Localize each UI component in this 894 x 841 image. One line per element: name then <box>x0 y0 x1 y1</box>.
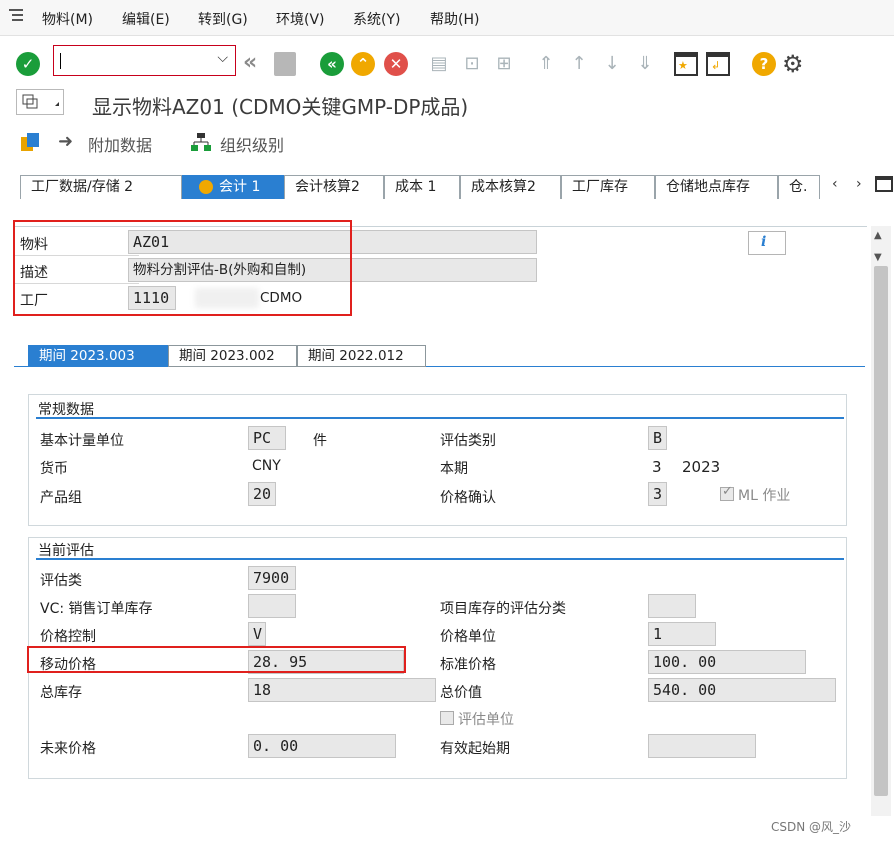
ml-act-checkbox[interactable]: ✓ <box>720 484 734 501</box>
valuated-unit-checkbox[interactable] <box>440 711 454 725</box>
price-determination-label: 价格确认 <box>440 490 496 506</box>
highlight-box-moving-price <box>27 646 406 673</box>
price-unit-field[interactable]: 1 <box>648 622 716 646</box>
accounting-coin-icon <box>199 180 213 194</box>
menu-material[interactable]: 物料(M) <box>42 9 93 29</box>
tab-accounting-1[interactable]: 会计 1 <box>182 175 284 199</box>
scroll-down-icon[interactable]: ▼ <box>874 252 882 263</box>
currency-label: 货币 <box>40 461 68 477</box>
print-icon[interactable]: ▤ <box>427 52 451 76</box>
future-price-label: 未来价格 <box>40 741 96 757</box>
tab-list-icon[interactable] <box>875 176 893 192</box>
info-icon[interactable]: i <box>748 231 786 255</box>
exit-icon[interactable]: ⌃ <box>351 52 375 76</box>
last-page-icon[interactable]: ⇓ <box>633 52 657 76</box>
valuation-class-label: 评估类 <box>40 573 82 589</box>
tab-period-2022-012[interactable]: 期间 2022.012 <box>297 345 426 367</box>
current-period-label: 本期 <box>440 461 468 477</box>
total-stock-label: 总库存 <box>40 685 82 701</box>
find-next-icon[interactable]: ⊞ <box>492 52 516 76</box>
previous-page-icon[interactable]: ↑ <box>567 52 591 76</box>
price-unit-label: 价格单位 <box>440 629 496 645</box>
project-stock-valuation-field[interactable] <box>648 594 696 618</box>
next-page-icon[interactable]: ↓ <box>600 52 624 76</box>
base-uom-label: 基本计量单位 <box>40 433 124 449</box>
vc-sales-order-stock-field[interactable] <box>248 594 296 618</box>
valuated-unit-label: 评估单位 <box>458 712 514 728</box>
price-control-field[interactable]: V <box>248 622 266 646</box>
tab-costing-1[interactable]: 成本 1 <box>384 175 460 199</box>
arrow-right-icon: ➜ <box>58 131 74 152</box>
valid-from-label: 有效起始期 <box>440 741 510 757</box>
first-page-icon[interactable]: ⇑ <box>534 52 558 76</box>
additional-data-button[interactable]: 附加数据 <box>88 132 152 156</box>
vc-sales-order-stock-label: VC: 销售订单库存 <box>40 601 153 617</box>
menu-system[interactable]: 系统(Y) <box>353 9 400 29</box>
valuation-category-label: 评估类别 <box>440 433 496 449</box>
valuation-category-field[interactable]: B <box>648 426 667 450</box>
tab-scroll-right-icon[interactable]: › <box>856 176 862 192</box>
collapse-icon[interactable]: « <box>243 50 257 75</box>
general-data-title: 常规数据 <box>38 402 94 418</box>
enter-icon[interactable]: ✓ <box>16 52 40 76</box>
current-period-value: 3 <box>652 458 662 476</box>
total-stock-field[interactable]: 18 <box>248 678 436 702</box>
standard-price-field[interactable]: 100. 00 <box>648 650 806 674</box>
tab-plant-data-storage-2[interactable]: 工厂数据/存储 2 <box>20 175 182 199</box>
back-icon[interactable]: « <box>320 52 344 76</box>
valid-from-field[interactable] <box>648 734 756 758</box>
menu-goto[interactable]: 转到(G) <box>198 9 248 29</box>
scrollbar-thumb[interactable] <box>874 266 888 796</box>
current-year-value: 2023 <box>682 458 721 476</box>
base-uom-field[interactable]: PC <box>248 426 286 450</box>
tab-period-2023-002[interactable]: 期间 2023.002 <box>168 345 297 367</box>
page-title: 显示物料AZ01 (CDMO关键GMP-DP成品) <box>92 95 469 119</box>
find-icon[interactable]: ⊡ <box>460 52 484 76</box>
division-label: 产品组 <box>40 490 82 506</box>
tab-plant-stock[interactable]: 工厂库存 <box>561 175 655 199</box>
menu-environment[interactable]: 环境(V) <box>276 9 325 29</box>
chevron-down-icon[interactable]: ⌵ <box>217 50 228 66</box>
tab-accounting-2[interactable]: 会计核算2 <box>284 175 384 199</box>
tab-more[interactable]: 仓. <box>778 175 820 199</box>
watermark: CSDN @风_沙 <box>771 820 852 834</box>
division-field[interactable]: 20 <box>248 482 276 506</box>
valuation-class-field[interactable]: 7900 <box>248 566 296 590</box>
current-valuation-title: 当前评估 <box>38 543 94 559</box>
menu-help[interactable]: 帮助(H) <box>430 9 479 29</box>
total-value-label: 总价值 <box>440 685 482 701</box>
system-menu-icon[interactable] <box>8 8 24 22</box>
cancel-icon[interactable]: ✕ <box>384 52 408 76</box>
total-value-field[interactable]: 540. 00 <box>648 678 836 702</box>
currency-value: CNY <box>252 458 281 474</box>
menu-dropdown-icon[interactable] <box>16 89 64 115</box>
change-display-icon[interactable] <box>19 131 41 153</box>
future-price-field[interactable]: 0. 00 <box>248 734 396 758</box>
tab-costing-2[interactable]: 成本核算2 <box>460 175 561 199</box>
new-session-icon[interactable]: ★ <box>674 52 698 76</box>
scroll-up-icon[interactable]: ▲ <box>874 230 882 241</box>
project-stock-valuation-label: 项目库存的评估分类 <box>440 601 566 617</box>
general-data-group <box>28 394 847 526</box>
help-icon[interactable]: ? <box>752 52 776 76</box>
settings-gear-icon[interactable]: ⚙ <box>782 50 804 78</box>
org-levels-icon <box>190 131 212 153</box>
org-levels-button[interactable]: 组织级别 <box>220 132 284 156</box>
menu-edit[interactable]: 编辑(E) <box>122 9 170 29</box>
price-control-label: 价格控制 <box>40 629 96 645</box>
shortcut-icon[interactable]: ↲ <box>706 52 730 76</box>
tab-storage-location-stock[interactable]: 仓储地点库存 <box>655 175 778 199</box>
standard-price-label: 标准价格 <box>440 657 496 673</box>
tab-scroll-left-icon[interactable]: ‹ <box>832 176 838 192</box>
price-determination-field[interactable]: 3 <box>648 482 667 506</box>
command-field[interactable]: ⌵ <box>53 45 236 76</box>
ml-act-label: ML 作业 <box>738 488 791 504</box>
highlight-box-header <box>13 220 352 316</box>
save-icon[interactable] <box>274 52 296 76</box>
base-uom-text: 件 <box>313 433 327 449</box>
tab-period-2023-003[interactable]: 期间 2023.003 <box>28 345 168 367</box>
